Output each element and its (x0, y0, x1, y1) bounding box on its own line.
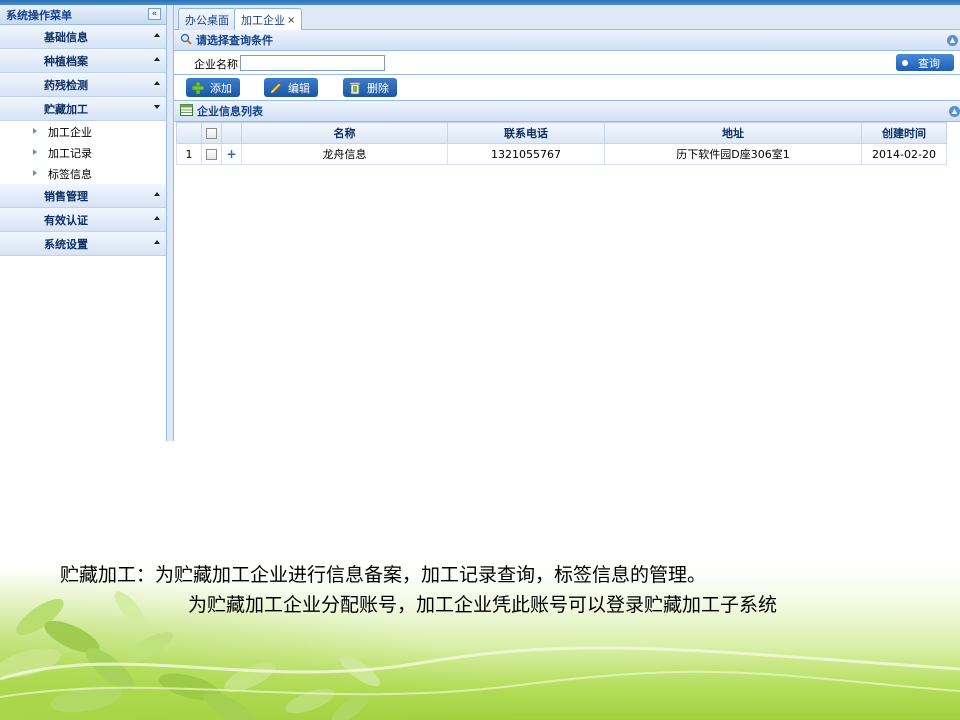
caption-line-2: 为贮藏加工企业分配账号，加工企业凭此账号可以登录贮藏加工子系统 (188, 594, 778, 616)
delete-button[interactable]: 删除 (343, 78, 397, 97)
search-panel-header: 请选择查询条件 ▲ (174, 30, 960, 51)
pencil-icon (268, 81, 284, 95)
collapse-up-icon[interactable]: ▲ (947, 35, 958, 46)
chevron-up-icon (154, 192, 160, 196)
select-all-header[interactable] (201, 122, 222, 144)
menu-group-certification[interactable]: 有效认证 (0, 208, 166, 232)
menu-group-label: 系统设置 (44, 237, 88, 251)
triangle-right-icon (33, 128, 37, 134)
row-checkbox[interactable] (206, 149, 217, 160)
query-button[interactable]: 查询 (896, 54, 954, 71)
query-button-label: 查询 (918, 56, 940, 70)
column-header-phone[interactable]: 联系电话 (447, 122, 605, 144)
enterprise-name-input[interactable] (240, 55, 385, 71)
menu-group-planting-archive[interactable]: 种植档案 (0, 49, 166, 73)
menu-group-label: 有效认证 (44, 213, 88, 227)
tab-label: 加工企业 (241, 14, 285, 27)
menu-group-label: 贮藏加工 (44, 102, 88, 116)
chevron-up-icon (154, 81, 160, 85)
triangle-right-icon (33, 149, 37, 155)
main-panel: 办公桌面 加工企业 × 请选择查询条件 ▲ 企业名称 查询 添加 编辑 删除 企… (174, 5, 960, 441)
add-button-label: 添加 (210, 81, 232, 95)
search-form: 企业名称 查询 (174, 51, 960, 75)
sidebar-item-processing-record[interactable]: 加工记录 (0, 142, 166, 163)
chevron-down-icon (154, 105, 160, 109)
sidebar-splitter[interactable] (167, 5, 174, 441)
tab-office-desktop[interactable]: 办公桌面 (178, 8, 236, 30)
sidebar-item-label-info[interactable]: 标签信息 (0, 163, 166, 184)
chevron-up-icon (154, 57, 160, 61)
row-select-cell[interactable] (201, 143, 222, 165)
collapse-up-icon[interactable]: ▲ (949, 106, 960, 117)
add-button[interactable]: 添加 (186, 78, 240, 97)
collapse-sidebar-button[interactable]: « (148, 8, 161, 20)
tab-label: 办公桌面 (185, 13, 229, 27)
row-expand-cell[interactable]: + (221, 143, 242, 165)
row-number-header (176, 122, 202, 144)
caption-line-1: 贮藏加工：为贮藏加工企业进行信息备案，加工记录查询，标签信息的管理。 (60, 564, 707, 586)
sidebar-title: 系统操作菜单 (6, 8, 72, 22)
query-dot-icon (902, 59, 908, 66)
list-panel-title: 企业信息列表 (197, 105, 263, 118)
table-header-row: 名称 联系电话 地址 创建时间 (176, 122, 947, 144)
enterprise-name-label: 企业名称 (194, 58, 238, 71)
chevron-up-icon (154, 240, 160, 244)
cell-name: 龙舟信息 (241, 143, 448, 165)
trash-icon (347, 81, 363, 95)
edit-button-label: 编辑 (288, 81, 310, 95)
table-icon (180, 103, 193, 119)
cell-created: 2014-02-20 (861, 143, 947, 165)
column-header-created[interactable]: 创建时间 (861, 122, 947, 144)
slide-caption-area: 贮藏加工：为贮藏加工企业进行信息备案，加工记录查询，标签信息的管理。 为贮藏加工… (0, 441, 960, 720)
menu-group-label: 种植档案 (44, 54, 88, 68)
close-icon[interactable]: × (287, 15, 295, 26)
search-panel-title: 请选择查询条件 (196, 34, 273, 47)
sidebar-header: 系统操作菜单 « (0, 5, 166, 25)
sidebar: 系统操作菜单 « 基础信息 种植档案 药残检测 贮藏加工 加工企业 加工记录 标… (0, 5, 167, 441)
enterprise-grid: 名称 联系电话 地址 创建时间 1 + 龙舟信息 1321055767 历下软件… (174, 122, 960, 165)
sidebar-item-label: 标签信息 (48, 167, 92, 181)
expand-plus-icon[interactable]: + (226, 147, 236, 161)
menu-group-sales[interactable]: 销售管理 (0, 184, 166, 208)
tab-bar: 办公桌面 加工企业 × (174, 5, 960, 31)
triangle-right-icon (33, 170, 37, 176)
delete-button-label: 删除 (367, 81, 389, 95)
menu-group-label: 基础信息 (44, 30, 88, 44)
edit-button[interactable]: 编辑 (264, 78, 318, 97)
menu-group-basic-info[interactable]: 基础信息 (0, 25, 166, 49)
search-icon (180, 33, 192, 48)
action-toolbar: 添加 编辑 删除 (174, 75, 960, 101)
sidebar-item-label: 加工记录 (48, 146, 92, 160)
menu-group-label: 药残检测 (44, 78, 88, 92)
menu-group-residue-test[interactable]: 药残检测 (0, 73, 166, 97)
table-row[interactable]: 1 + 龙舟信息 1321055767 历下软件园D座306室1 2014-02… (176, 143, 947, 165)
list-panel-header: 企业信息列表 ▲ (174, 101, 960, 122)
tab-processing-enterprise[interactable]: 加工企业 × (234, 8, 303, 31)
sidebar-item-label: 加工企业 (48, 125, 92, 139)
menu-group-storage-processing[interactable]: 贮藏加工 (0, 97, 166, 121)
chevron-up-icon (154, 33, 160, 37)
column-header-name[interactable]: 名称 (241, 122, 448, 144)
column-header-address[interactable]: 地址 (604, 122, 862, 144)
cell-phone: 1321055767 (447, 143, 605, 165)
enterprise-table: 名称 联系电话 地址 创建时间 1 + 龙舟信息 1321055767 历下软件… (176, 122, 947, 165)
chevron-up-icon (154, 216, 160, 220)
menu-group-label: 销售管理 (44, 189, 88, 203)
expand-header (221, 122, 242, 144)
plus-icon (190, 81, 206, 95)
cell-address: 历下软件园D座306室1 (604, 143, 862, 165)
sidebar-item-processing-enterprise[interactable]: 加工企业 (0, 121, 166, 142)
menu-group-system-settings[interactable]: 系统设置 (0, 232, 166, 256)
select-all-checkbox[interactable] (206, 128, 217, 139)
row-number: 1 (176, 143, 202, 165)
